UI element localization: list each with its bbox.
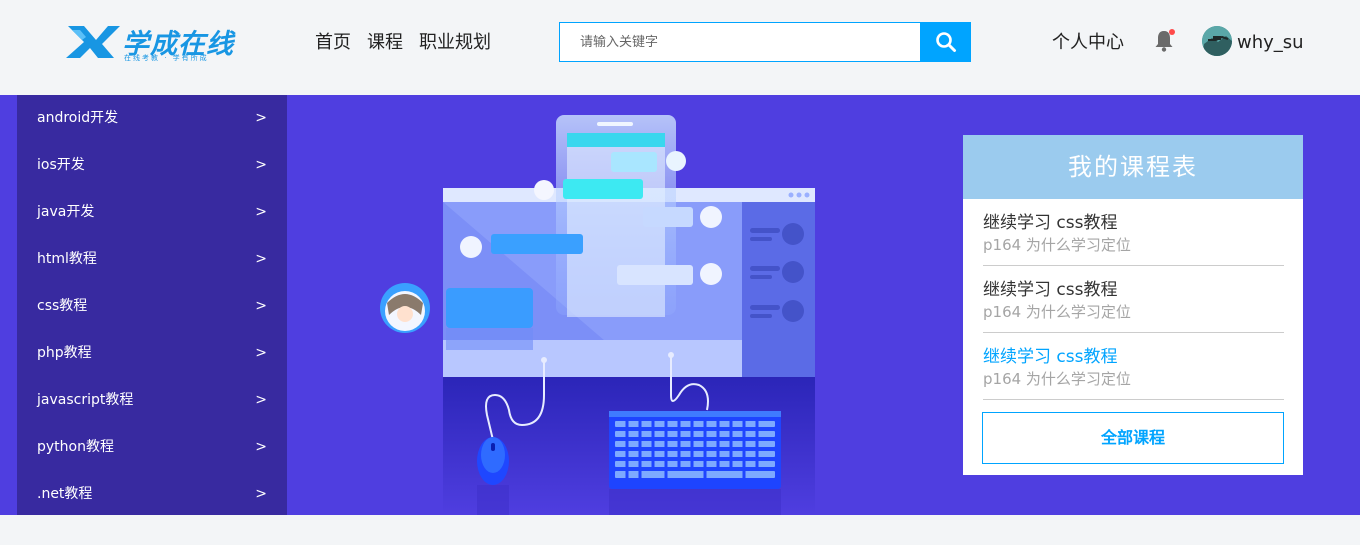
chevron-right-icon: >: [255, 439, 267, 455]
main-nav: 首页 课程 职业规划: [315, 30, 507, 56]
sidebar-item-android[interactable]: android开发 >: [17, 95, 287, 142]
sidebar-item-html[interactable]: html教程 >: [17, 236, 287, 283]
course-list: 继续学习 css教程 p164 为什么学习定位 继续学习 css教程 p164 …: [963, 199, 1303, 400]
course-item[interactable]: 继续学习 css教程 p164 为什么学习定位: [983, 266, 1284, 333]
sidebar-item-java[interactable]: java开发 >: [17, 189, 287, 236]
chevron-right-icon: >: [255, 110, 267, 126]
sidebar-item-dotnet[interactable]: .net教程 >: [17, 471, 287, 518]
notification-button[interactable]: [1154, 29, 1176, 55]
nav-career[interactable]: 职业规划: [419, 30, 491, 56]
sidebar-item-javascript[interactable]: javascript教程 >: [17, 377, 287, 424]
sidebar-item-label: html教程: [37, 251, 97, 267]
chevron-right-icon: >: [255, 486, 267, 502]
course-item[interactable]: 继续学习 css教程 p164 为什么学习定位: [983, 199, 1284, 266]
category-sidebar: android开发 > ios开发 > java开发 > html教程 > cs…: [17, 95, 287, 515]
user-center-link[interactable]: 个人中心: [1052, 30, 1124, 56]
all-courses-button[interactable]: 全部课程: [982, 412, 1284, 464]
chevron-right-icon: >: [255, 298, 267, 314]
search-input[interactable]: [559, 22, 921, 62]
search-button[interactable]: [920, 22, 971, 62]
sidebar-item-label: .net教程: [37, 486, 93, 502]
course-item-subtitle: p164 为什么学习定位: [983, 236, 1131, 254]
search-icon: [935, 32, 956, 52]
chevron-right-icon: >: [255, 251, 267, 267]
sidebar-item-css[interactable]: css教程 >: [17, 283, 287, 330]
my-course-table: 我的课程表 继续学习 css教程 p164 为什么学习定位 继续学习 css教程…: [963, 135, 1303, 475]
chevron-right-icon: >: [255, 392, 267, 408]
nav-home[interactable]: 首页: [315, 30, 351, 56]
avatar[interactable]: [1202, 26, 1232, 56]
chevron-right-icon: >: [255, 204, 267, 220]
banner-illustration: [380, 115, 815, 515]
chevron-right-icon: >: [255, 345, 267, 361]
sidebar-item-label: ios开发: [37, 157, 85, 173]
username[interactable]: why_su: [1237, 30, 1304, 56]
logo-x-icon: [66, 26, 120, 58]
sidebar-item-label: javascript教程: [37, 392, 134, 408]
course-item-subtitle: p164 为什么学习定位: [983, 303, 1131, 321]
sidebar-item-label: python教程: [37, 439, 114, 455]
course-item-title: 继续学习 css教程: [983, 213, 1118, 233]
course-item-active[interactable]: 继续学习 css教程 p164 为什么学习定位: [983, 333, 1284, 400]
logo-tagline: 在线考教 · 学有所成: [124, 54, 209, 62]
sidebar-item-ios[interactable]: ios开发 >: [17, 142, 287, 189]
sidebar-item-label: css教程: [37, 298, 88, 314]
sidebar-item-python[interactable]: python教程 >: [17, 424, 287, 471]
chevron-right-icon: >: [255, 157, 267, 173]
avatar-image: [1202, 26, 1232, 56]
nav-courses[interactable]: 课程: [367, 30, 403, 56]
logo[interactable]: 学成在线 在线考教 · 学有所成: [66, 24, 241, 62]
unread-dot: [1169, 29, 1175, 35]
course-table-title: 我的课程表: [963, 135, 1303, 199]
course-item-subtitle: p164 为什么学习定位: [983, 370, 1131, 388]
sidebar-item-label: android开发: [37, 110, 119, 126]
sidebar-item-label: php教程: [37, 345, 92, 361]
sidebar-item-label: java开发: [37, 204, 95, 220]
header: 学成在线 在线考教 · 学有所成 首页 课程 职业规划 个人中心: [0, 0, 1360, 95]
course-item-title: 继续学习 css教程: [983, 347, 1118, 367]
sidebar-item-php[interactable]: php教程 >: [17, 330, 287, 377]
course-item-title: 继续学习 css教程: [983, 280, 1118, 300]
search-bar: [559, 22, 971, 62]
